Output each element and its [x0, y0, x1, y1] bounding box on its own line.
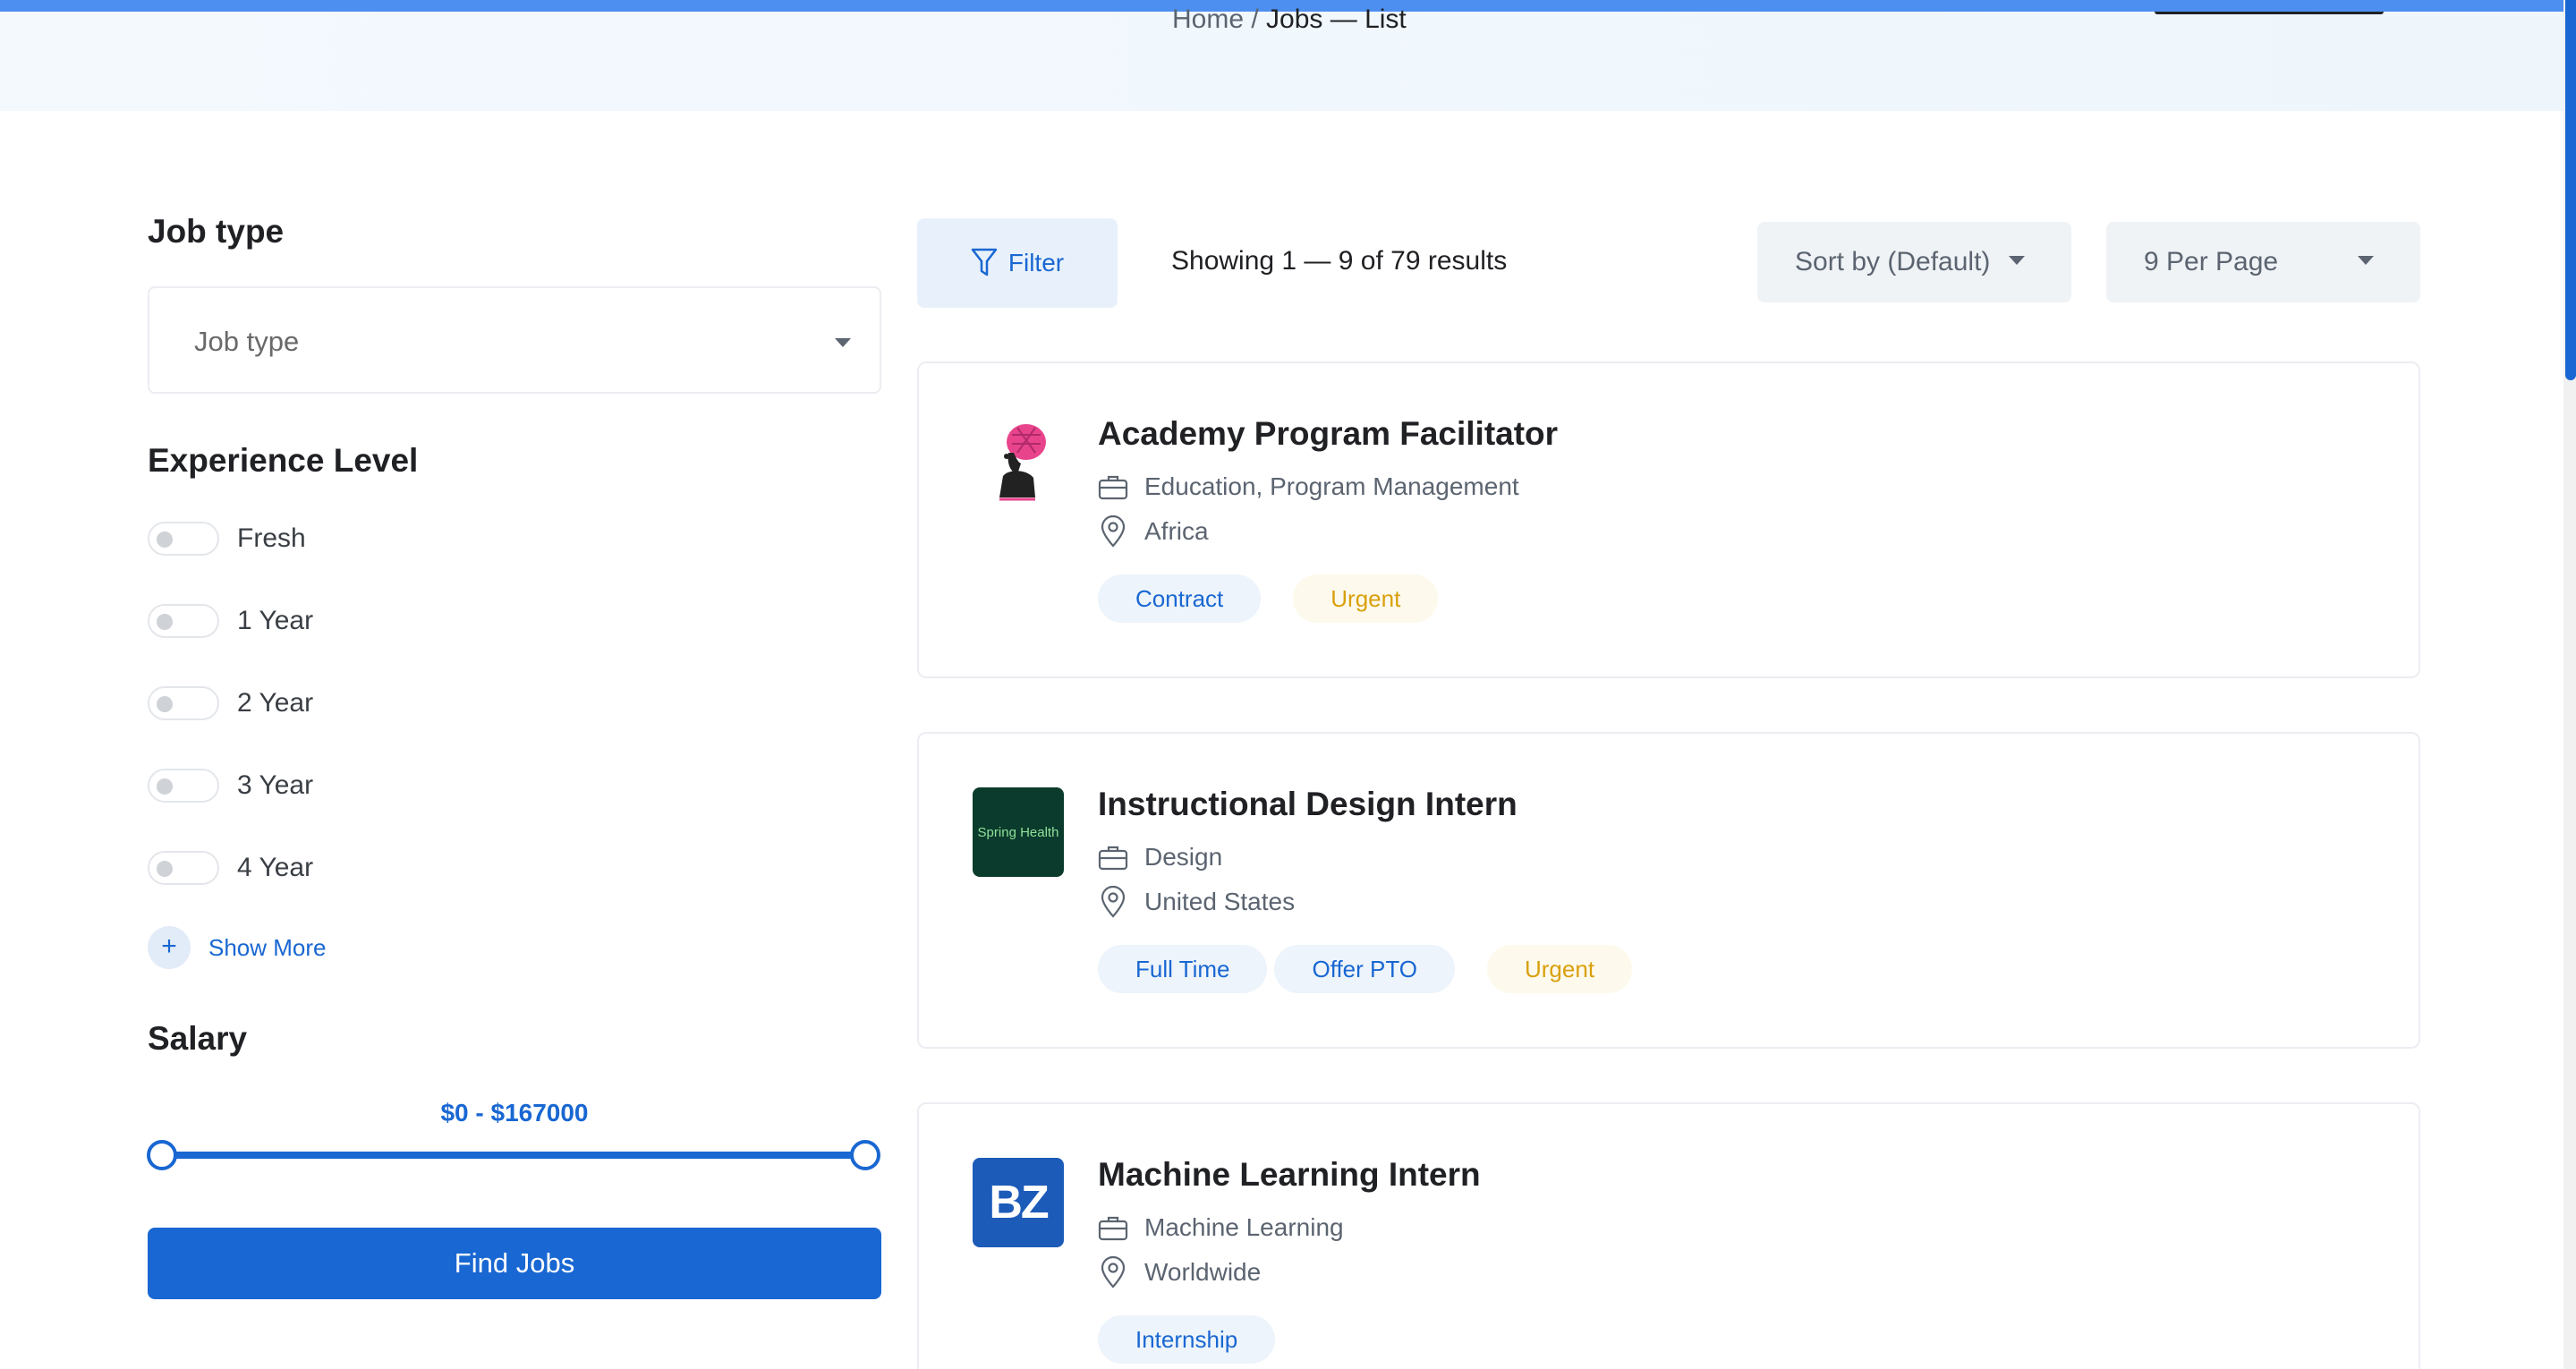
per-page-select[interactable]: 9 Per Page [2106, 222, 2420, 302]
job-location-text: Africa [1144, 517, 1209, 545]
per-page-select-value: 9 Per Page [2144, 247, 2279, 276]
scrollbar-thumb[interactable] [2565, 0, 2576, 380]
find-jobs-button[interactable]: Find Jobs [148, 1228, 881, 1299]
job-tags: Internship [1098, 1315, 1282, 1364]
salary-slider-min-handle[interactable] [147, 1140, 177, 1170]
filter-button-label: Filter [1007, 249, 1065, 276]
experience-toggle[interactable] [148, 604, 219, 638]
job-type-select[interactable]: Job type [148, 286, 881, 394]
briefcase-icon [1098, 846, 1128, 871]
job-title[interactable]: Instructional Design Intern [1098, 786, 1518, 823]
experience-option-label: 1 Year [237, 606, 314, 635]
chevron-down-icon [2358, 256, 2374, 265]
company-logo: BZ [973, 1158, 1064, 1247]
filter-button[interactable]: Filter [917, 218, 1118, 308]
job-location-text: United States [1144, 888, 1296, 915]
job-category: Machine Learning [1098, 1213, 1344, 1242]
job-type-select-value: Job type [194, 326, 300, 357]
breadcrumb-home[interactable]: Home [1172, 4, 1244, 34]
experience-option[interactable]: 4 Year [148, 848, 313, 888]
company-logo-text: BZ [989, 1177, 1049, 1229]
breadcrumb-current: Jobs — List [1266, 4, 1407, 34]
company-logo: Spring Health [973, 787, 1064, 877]
job-location: Worldwide [1098, 1256, 1261, 1288]
experience-option-label: 4 Year [237, 853, 314, 882]
woman-headwrap-logo [999, 424, 1046, 501]
job-category-text: Education, Program Management [1144, 472, 1519, 500]
page-header-banner: Home / Jobs — List [0, 4, 2576, 111]
job-tags: Contract Urgent [1098, 574, 1445, 623]
experience-toggle[interactable] [148, 686, 219, 720]
plus-icon: + [148, 926, 191, 969]
briefcase-icon [1098, 1216, 1128, 1241]
job-card[interactable]: Academy Program Facilitator Education, P… [917, 361, 2420, 678]
job-type-heading: Job type [148, 213, 285, 250]
job-type-tag[interactable]: Contract [1098, 574, 1262, 623]
job-location: Africa [1098, 515, 1209, 548]
job-title[interactable]: Academy Program Facilitator [1098, 415, 1558, 453]
company-logo-text: Spring Health [977, 824, 1059, 840]
job-card[interactable]: Spring Health Instructional Design Inter… [917, 732, 2420, 1049]
job-category: Design [1098, 843, 1222, 872]
chevron-down-icon [835, 338, 851, 347]
show-more-label: Show More [208, 933, 327, 961]
breadcrumb-separator: / [1244, 4, 1267, 34]
job-tags: Full Time Offer PTO Urgent [1098, 945, 1639, 993]
filter-icon [971, 248, 998, 276]
results-count: Showing 1 — 9 of 79 results [1171, 246, 1508, 276]
breadcrumb: Home / Jobs — List [1172, 4, 1407, 35]
map-pin-icon [1101, 1256, 1126, 1288]
job-category-text: Machine Learning [1144, 1213, 1344, 1241]
salary-slider-max-handle[interactable] [850, 1140, 880, 1170]
job-benefit-tag[interactable]: Offer PTO [1274, 945, 1455, 993]
job-category-text: Design [1144, 843, 1223, 871]
job-type-tag[interactable]: Internship [1098, 1315, 1276, 1364]
experience-level-heading: Experience Level [148, 442, 419, 479]
job-category: Education, Program Management [1098, 472, 1519, 501]
salary-slider-track[interactable] [161, 1152, 866, 1159]
map-pin-icon [1101, 515, 1126, 548]
job-location: United States [1098, 886, 1295, 918]
chevron-down-icon [2009, 256, 2025, 265]
experience-option-label: 3 Year [237, 770, 314, 800]
experience-option-label: Fresh [237, 523, 306, 553]
salary-range-value: $0 - $167000 [440, 1099, 589, 1127]
experience-toggle[interactable] [148, 522, 219, 556]
job-title[interactable]: Machine Learning Intern [1098, 1156, 1481, 1194]
urgent-tag: Urgent [1487, 945, 1633, 993]
briefcase-icon [1098, 475, 1128, 500]
experience-toggle[interactable] [148, 851, 219, 885]
experience-option[interactable]: 2 Year [148, 684, 313, 723]
experience-option[interactable]: Fresh [148, 519, 306, 558]
sort-select[interactable]: Sort by (Default) [1757, 222, 2071, 302]
company-logo [973, 417, 1064, 506]
urgent-tag: Urgent [1293, 574, 1439, 623]
job-location-text: Worldwide [1144, 1258, 1262, 1286]
experience-option[interactable]: 3 Year [148, 766, 313, 805]
job-type-tag[interactable]: Full Time [1098, 945, 1268, 993]
experience-option[interactable]: 1 Year [148, 601, 313, 641]
header-button-edge[interactable] [2155, 12, 2384, 14]
sort-select-value: Sort by (Default) [1795, 247, 1991, 276]
experience-toggle[interactable] [148, 769, 219, 803]
show-more-button[interactable]: + Show More [148, 926, 327, 969]
experience-option-label: 2 Year [237, 688, 314, 718]
job-card[interactable]: BZ Machine Learning Intern Machine Learn… [917, 1102, 2420, 1369]
salary-heading: Salary [148, 1020, 248, 1057]
map-pin-icon [1101, 886, 1126, 918]
